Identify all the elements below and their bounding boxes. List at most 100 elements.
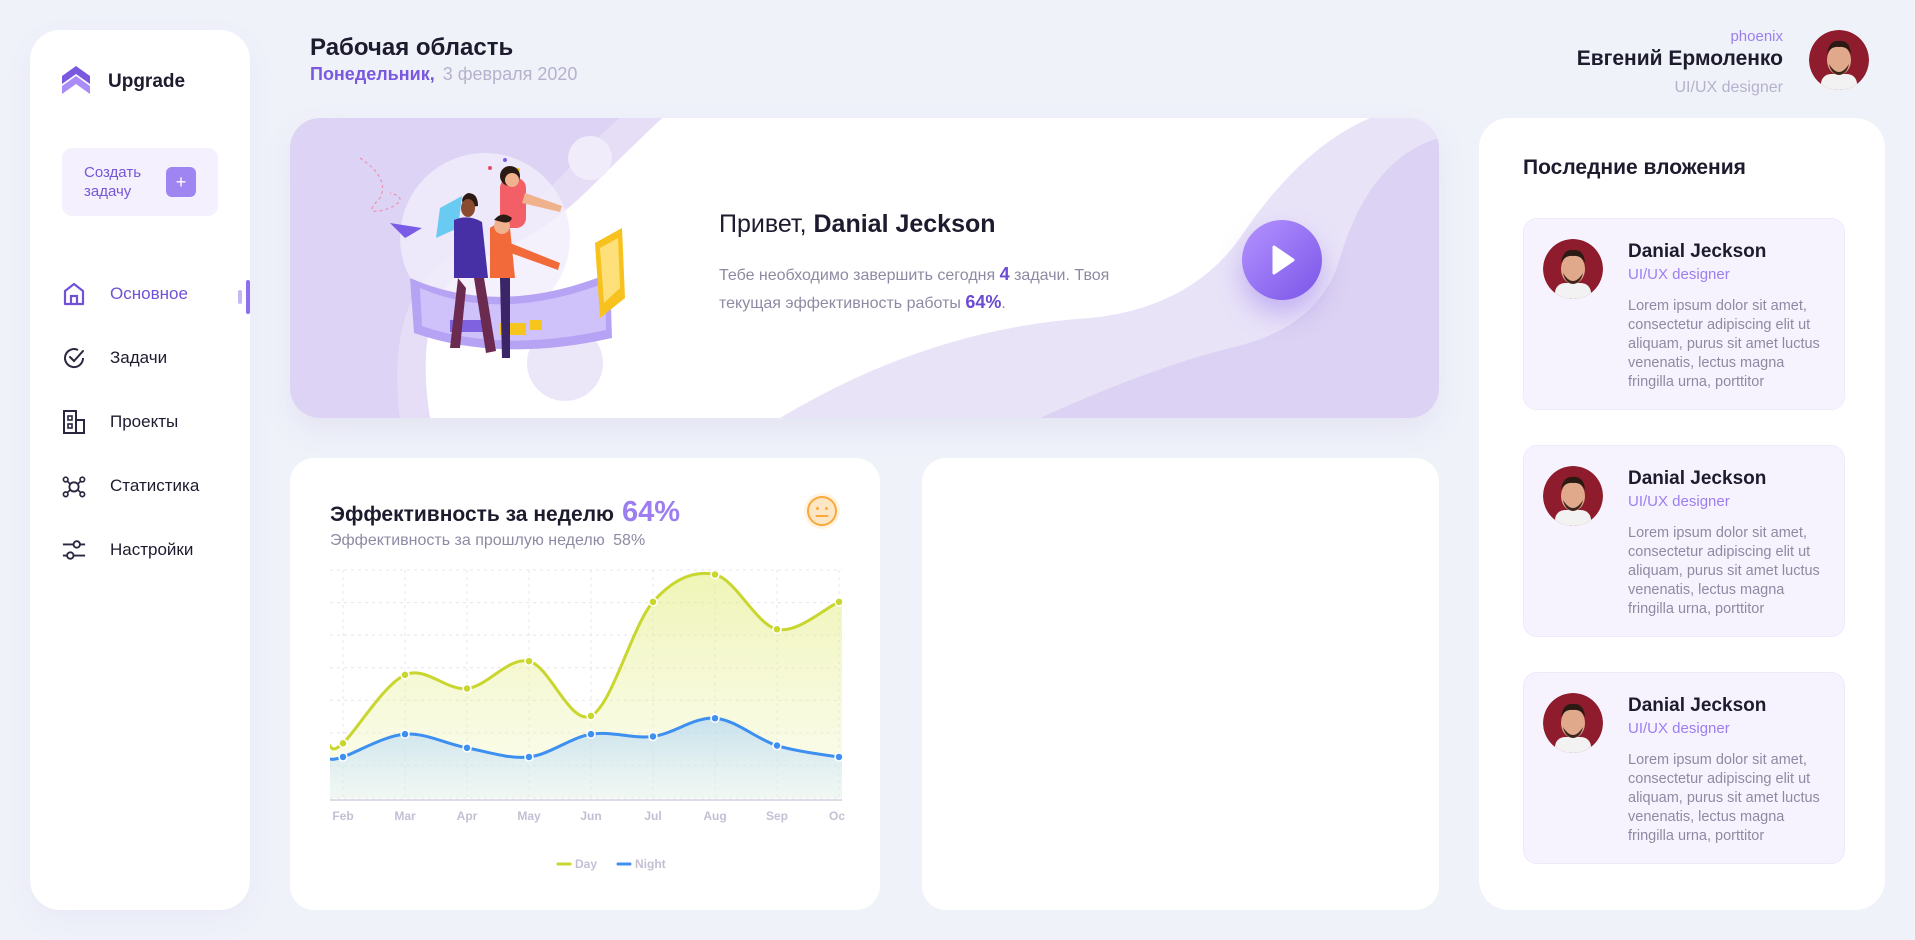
greeting: Привет, Danial Jeckson bbox=[719, 210, 996, 239]
data-point-day[interactable] bbox=[834, 597, 844, 607]
data-point-night[interactable] bbox=[772, 740, 782, 751]
user-avatar[interactable] bbox=[1809, 30, 1869, 90]
sidebar-item-main[interactable]: Основное bbox=[62, 262, 250, 326]
legend-label: Day bbox=[575, 857, 597, 871]
sliders-icon bbox=[62, 538, 86, 562]
avatar bbox=[1543, 693, 1603, 753]
chart-legend: Day Night bbox=[556, 857, 666, 871]
data-point-day[interactable] bbox=[772, 624, 782, 635]
play-icon bbox=[1272, 245, 1295, 275]
sidebar-item-label: Проекты bbox=[110, 412, 179, 431]
data-point-night[interactable] bbox=[524, 752, 534, 762]
user-name: Евгений Ермоленко bbox=[1576, 47, 1783, 70]
data-point-day[interactable] bbox=[338, 738, 348, 749]
empty-panel bbox=[922, 458, 1439, 910]
weekday-label: Понедельник, bbox=[310, 64, 435, 84]
sidebar-item-settings[interactable]: Настройки bbox=[62, 518, 250, 582]
attachment-card[interactable]: Danial Jeckson UI/UX designer Lorem ipsu… bbox=[1523, 218, 1845, 410]
task-count: 4 bbox=[999, 264, 1010, 284]
efficiency-highlight: 64% bbox=[965, 292, 1002, 312]
x-tick-label: Aug bbox=[703, 809, 726, 823]
message-part-3: . bbox=[1001, 295, 1006, 312]
attachments-panel: Последние вложения Danial Jeckson UI/UX … bbox=[1479, 118, 1885, 910]
x-tick-label: Mar bbox=[394, 809, 416, 823]
data-point-day[interactable] bbox=[648, 597, 658, 607]
data-point-night[interactable] bbox=[462, 743, 472, 753]
attachment-name: Danial Jeckson bbox=[1628, 241, 1767, 262]
chart-areas bbox=[330, 571, 842, 798]
sidebar-nav: Основное Задачи Проекты Статистика Настр… bbox=[62, 262, 250, 582]
brand-logo[interactable]: Upgrade bbox=[62, 66, 185, 98]
legend-label: Night bbox=[635, 857, 666, 871]
attachment-card[interactable]: Danial Jeckson UI/UX designer Lorem ipsu… bbox=[1523, 672, 1845, 864]
plus-icon: + bbox=[166, 167, 196, 197]
home-icon bbox=[62, 282, 86, 306]
network-icon bbox=[62, 474, 86, 498]
x-tick-label: Jul bbox=[644, 809, 661, 823]
welcome-banner: Привет, Danial Jeckson Тебе необходимо з… bbox=[290, 118, 1439, 418]
data-point-night[interactable] bbox=[648, 731, 658, 742]
last-week-label: Эффективность за прошлую неделю bbox=[330, 532, 605, 549]
attachment-name: Danial Jeckson bbox=[1628, 695, 1767, 716]
x-tick-label: Sep bbox=[766, 809, 788, 823]
user-info: phoenix Евгений Ермоленко UI/UX designer bbox=[1577, 28, 1783, 97]
efficiency-subtitle: Эффективность за прошлую неделю 58% bbox=[330, 532, 645, 550]
x-tick-label: Oct bbox=[829, 809, 845, 823]
data-point-night[interactable] bbox=[834, 752, 844, 762]
data-point-day[interactable] bbox=[524, 656, 534, 666]
date-label: 3 февраля 2020 bbox=[442, 64, 578, 84]
sidebar-item-label: Настройки bbox=[110, 540, 194, 559]
sidebar-item-statistics[interactable]: Статистика bbox=[62, 454, 250, 518]
data-point-night[interactable] bbox=[338, 752, 348, 762]
attachment-text: Lorem ipsum dolor sit amet, consectetur … bbox=[1628, 298, 1820, 390]
greeting-name: Danial Jeckson bbox=[813, 210, 996, 238]
data-point-day[interactable] bbox=[462, 683, 472, 694]
page-title: Рабочая область bbox=[310, 34, 514, 61]
attachment-role: UI/UX designer bbox=[1628, 720, 1730, 737]
sidebar-item-label: Статистика bbox=[110, 476, 200, 495]
greeting-prefix: Привет, bbox=[719, 210, 814, 238]
play-button[interactable] bbox=[1242, 220, 1322, 300]
data-point-day[interactable] bbox=[400, 670, 410, 680]
data-point-night[interactable] bbox=[400, 729, 410, 739]
user-nickname: phoenix bbox=[1730, 28, 1783, 45]
sidebar-item-label: Задачи bbox=[110, 348, 168, 367]
data-point-day[interactable] bbox=[586, 711, 596, 721]
x-tick-label: Apr bbox=[457, 809, 478, 823]
page-date: Понедельник, 3 февраля 2020 bbox=[310, 64, 577, 85]
brand-name: Upgrade bbox=[108, 71, 186, 92]
attachment-role: UI/UX designer bbox=[1628, 493, 1730, 510]
logo-icon bbox=[62, 66, 90, 94]
active-indicator bbox=[238, 280, 250, 314]
user-role: UI/UX designer bbox=[1674, 79, 1784, 96]
x-tick-label: Jun bbox=[580, 809, 601, 823]
efficiency-card: Эффективность за неделю 64% Эффективност… bbox=[290, 458, 880, 910]
data-point-day[interactable] bbox=[710, 569, 720, 580]
last-week-value: 58% bbox=[613, 532, 646, 549]
efficiency-chart: Feb Mar Apr May Jun Jul Aug Sep Oct Day Night bbox=[330, 569, 845, 871]
sidebar-item-projects[interactable]: Проекты bbox=[62, 390, 250, 454]
efficiency-title-label: Эффективность за неделю bbox=[330, 503, 614, 526]
attachment-card[interactable]: Danial Jeckson UI/UX designer Lorem ipsu… bbox=[1523, 445, 1845, 637]
x-tick-label: Feb bbox=[332, 809, 353, 823]
message-part-1: Тебе необходимо завершить сегодня bbox=[719, 267, 1000, 284]
team-illustration bbox=[359, 157, 625, 358]
x-tick-label: May bbox=[517, 809, 541, 823]
sidebar: Upgrade Создать задачу + Основное Задачи… bbox=[30, 30, 250, 910]
data-point-night[interactable] bbox=[586, 729, 596, 739]
attachments-title: Последние вложения bbox=[1523, 156, 1746, 179]
create-task-button[interactable]: Создать задачу + bbox=[62, 148, 218, 216]
efficiency-title: Эффективность за неделю 64% bbox=[330, 496, 680, 529]
sidebar-item-tasks[interactable]: Задачи bbox=[62, 326, 250, 390]
greeting-message: Тебе необходимо завершить сегодня 4 зада… bbox=[719, 261, 1139, 317]
attachment-text: Lorem ipsum dolor sit amet, consectetur … bbox=[1628, 525, 1820, 617]
efficiency-value: 64% bbox=[621, 496, 681, 528]
data-point-night[interactable] bbox=[710, 713, 720, 723]
attachment-text: Lorem ipsum dolor sit amet, consectetur … bbox=[1628, 752, 1820, 844]
avatar bbox=[1543, 466, 1603, 526]
attachment-name: Danial Jeckson bbox=[1628, 468, 1767, 489]
attachment-role: UI/UX designer bbox=[1628, 266, 1730, 283]
check-circle-icon bbox=[62, 346, 86, 370]
create-task-label: Создать задачу bbox=[84, 164, 142, 200]
neutral-face-icon[interactable] bbox=[803, 492, 841, 530]
